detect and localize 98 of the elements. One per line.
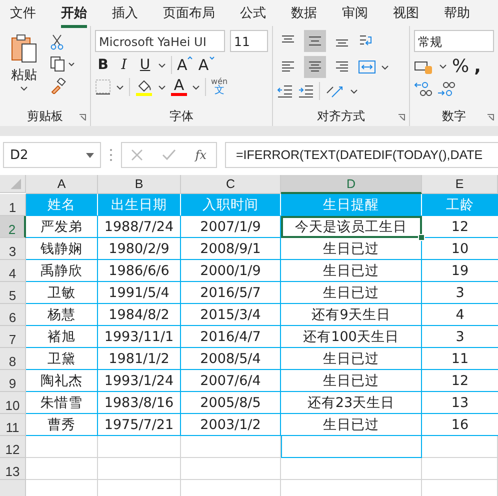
percent-button[interactable]: % bbox=[452, 56, 470, 77]
table-cell: 曹秀 bbox=[26, 414, 98, 436]
table-cell: 1984/8/2 bbox=[98, 304, 181, 326]
table-cell: 12 bbox=[422, 370, 498, 392]
table-cell: 11 bbox=[422, 348, 498, 370]
table-cell: 1980/2/9 bbox=[98, 238, 181, 260]
menu-tab[interactable]: 插入 bbox=[112, 1, 138, 28]
table-cell: 生日已过 bbox=[281, 282, 422, 304]
column-header[interactable]: A bbox=[26, 175, 98, 194]
table-cell: 钱静娴 bbox=[26, 238, 98, 260]
row-header[interactable]: 2 bbox=[0, 216, 26, 238]
group-label: 对齐方式 bbox=[317, 108, 366, 124]
table-cell: 还有9天生日 bbox=[281, 304, 422, 326]
table-cell: 1981/1/2 bbox=[98, 348, 181, 370]
menu-tab[interactable]: 审阅 bbox=[342, 1, 368, 28]
table-cell: 生日已过 bbox=[281, 370, 422, 392]
row-header[interactable]: 12 bbox=[0, 436, 26, 458]
text-style-button[interactable]: I bbox=[116, 57, 132, 73]
table-cell: 3 bbox=[422, 326, 498, 348]
table-cell: 2007/1/9 bbox=[181, 216, 281, 238]
table-cell: 2008/9/1 bbox=[181, 238, 281, 260]
table-cell: 杨慧 bbox=[26, 304, 98, 326]
insert-function-button[interactable]: fx bbox=[195, 148, 207, 162]
menu-tab[interactable]: 帮助 bbox=[444, 1, 470, 28]
table-cell: 禹静欣 bbox=[26, 260, 98, 282]
menu-tab[interactable]: 文件 bbox=[10, 1, 36, 28]
table-cell: 2016/4/7 bbox=[181, 326, 281, 348]
column-title: 入职时间 bbox=[181, 194, 281, 216]
table-cell: 1993/1/24 bbox=[98, 370, 181, 392]
table-cell: 卫黛 bbox=[26, 348, 98, 370]
table-cell: 1993/11/1 bbox=[98, 326, 181, 348]
paste-button[interactable]: 粘贴 bbox=[4, 30, 44, 106]
column-title: 姓名 bbox=[26, 194, 98, 216]
table-cell: 生日已过 bbox=[281, 260, 422, 282]
table-cell: 2016/5/7 bbox=[181, 282, 281, 304]
table-cell: 3 bbox=[422, 282, 498, 304]
font-size-field[interactable]: 11 bbox=[230, 30, 268, 52]
table-cell: 19 bbox=[422, 260, 498, 282]
table-cell: 16 bbox=[422, 414, 498, 436]
table-cell: 4 bbox=[422, 304, 498, 326]
table-cell: 2008/5/4 bbox=[181, 348, 281, 370]
column-title: 工龄 bbox=[422, 194, 498, 216]
menu-tab[interactable]: 公式 bbox=[240, 1, 266, 28]
group-label: 剪贴板 bbox=[27, 108, 64, 124]
phonetic-guide-button[interactable]: wén 文 bbox=[211, 78, 228, 96]
column-title: 生日提醒 bbox=[281, 194, 422, 216]
row-header[interactable]: 3 bbox=[0, 238, 26, 260]
table-cell: 还有100天生日 bbox=[281, 326, 422, 348]
table-cell: 还有23天生日 bbox=[281, 392, 422, 414]
row-header[interactable]: 5 bbox=[0, 282, 26, 304]
table-cell: 1988/7/24 bbox=[98, 216, 181, 238]
table-cell: 褚旭 bbox=[26, 326, 98, 348]
table-cell: 卫敏 bbox=[26, 282, 98, 304]
table-cell: 1975/7/21 bbox=[98, 414, 181, 436]
text-style-button[interactable]: U bbox=[137, 57, 154, 73]
column-header[interactable]: D bbox=[281, 175, 422, 194]
group-label: 数字 bbox=[442, 108, 466, 124]
table-cell: 13 bbox=[422, 392, 498, 414]
active-cell[interactable]: 今天是该员工生日 bbox=[281, 216, 422, 238]
table-cell: 朱惜雪 bbox=[26, 392, 98, 414]
table-cell: 严发弟 bbox=[26, 216, 98, 238]
text-style-button[interactable]: B bbox=[95, 57, 112, 73]
column-header[interactable]: E bbox=[422, 175, 498, 194]
column-header[interactable]: B bbox=[98, 175, 181, 194]
menu-tab[interactable]: 视图 bbox=[393, 1, 419, 28]
group-label: 字体 bbox=[170, 108, 194, 124]
column-title: 出生日期 bbox=[98, 194, 181, 216]
row-header[interactable]: 13 bbox=[0, 458, 26, 480]
font-name-field[interactable]: Microsoft YaHei UI bbox=[95, 30, 226, 52]
table-cell: 1983/8/16 bbox=[98, 392, 181, 414]
row-header[interactable]: 1 bbox=[0, 194, 26, 216]
column-header[interactable]: C bbox=[181, 175, 281, 194]
table-cell: 生日已过 bbox=[281, 348, 422, 370]
grow-font-button[interactable]: A bbox=[177, 56, 188, 74]
table-cell: 2007/6/4 bbox=[181, 370, 281, 392]
shrink-font-button[interactable]: A bbox=[198, 56, 209, 74]
row-header[interactable]: 7 bbox=[0, 326, 26, 348]
table-cell: 2015/3/4 bbox=[181, 304, 281, 326]
row-header[interactable]: 4 bbox=[0, 260, 26, 282]
table-cell: 1986/6/6 bbox=[98, 260, 181, 282]
table-cell: 2003/1/2 bbox=[181, 414, 281, 436]
row-header[interactable]: 9 bbox=[0, 370, 26, 392]
row-header[interactable]: 6 bbox=[0, 304, 26, 326]
table-cell: 2000/1/9 bbox=[181, 260, 281, 282]
row-header[interactable]: 8 bbox=[0, 348, 26, 370]
name-box[interactable]: D2 bbox=[3, 142, 101, 168]
table-cell: 2005/8/5 bbox=[181, 392, 281, 414]
number-format-field[interactable]: 常规 bbox=[414, 30, 494, 52]
formula-field[interactable]: =IFERROR(TEXT(DATEDIF(TODAY(),DATE bbox=[225, 142, 498, 168]
font-color-button[interactable]: A bbox=[171, 78, 188, 96]
row-header[interactable]: 10 bbox=[0, 392, 26, 414]
row-header[interactable]: 11 bbox=[0, 414, 26, 436]
comma-button[interactable]: , bbox=[474, 56, 481, 77]
table-cell: 生日已过 bbox=[281, 414, 422, 436]
table-cell: 1991/5/4 bbox=[98, 282, 181, 304]
menu-tab[interactable]: 页面布局 bbox=[163, 1, 215, 28]
menu-tab[interactable]: 数据 bbox=[291, 1, 317, 28]
table-cell: 陶礼杰 bbox=[26, 370, 98, 392]
